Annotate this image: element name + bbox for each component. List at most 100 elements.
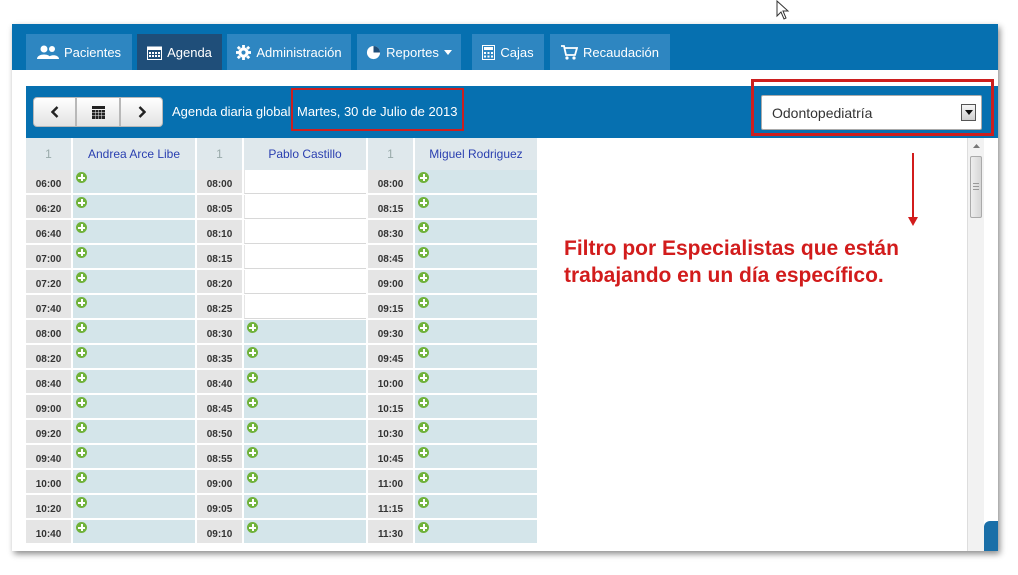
add-appointment-icon[interactable]	[76, 397, 87, 408]
add-appointment-icon[interactable]	[76, 172, 87, 183]
free-slot-cell[interactable]	[415, 320, 537, 344]
free-slot-cell[interactable]	[244, 495, 366, 519]
free-slot-cell[interactable]	[244, 370, 366, 394]
free-slot-cell[interactable]	[73, 245, 195, 269]
scroll-up-arrow-icon[interactable]	[968, 138, 984, 154]
add-appointment-icon[interactable]	[76, 247, 87, 258]
slot-time: 06:00	[26, 170, 71, 194]
add-appointment-icon[interactable]	[418, 197, 429, 208]
add-appointment-icon[interactable]	[76, 497, 87, 508]
specialist-name[interactable]: Andrea Arce Libe	[73, 138, 195, 170]
scroll-thumb[interactable]	[970, 156, 982, 218]
free-slot-cell[interactable]	[73, 195, 195, 219]
free-slot-cell[interactable]	[73, 470, 195, 494]
free-slot-cell[interactable]	[415, 245, 537, 269]
free-slot-cell[interactable]	[244, 420, 366, 444]
free-slot-cell[interactable]	[415, 470, 537, 494]
free-slot-cell[interactable]	[415, 270, 537, 294]
free-slot-cell[interactable]	[415, 170, 537, 194]
free-slot-cell[interactable]	[244, 445, 366, 469]
add-appointment-icon[interactable]	[418, 172, 429, 183]
next-day-button[interactable]	[120, 97, 163, 127]
free-slot-cell[interactable]	[415, 370, 537, 394]
nav-reportes[interactable]: Reportes	[357, 34, 461, 70]
nav-recaudacion[interactable]: Recaudación	[550, 34, 670, 70]
add-appointment-icon[interactable]	[418, 497, 429, 508]
add-appointment-icon[interactable]	[418, 397, 429, 408]
add-appointment-icon[interactable]	[418, 372, 429, 383]
time-slot-row: 08:00	[197, 170, 366, 195]
add-appointment-icon[interactable]	[76, 222, 87, 233]
add-appointment-icon[interactable]	[247, 472, 258, 483]
add-appointment-icon[interactable]	[76, 297, 87, 308]
free-slot-cell[interactable]	[244, 520, 366, 544]
nav-agenda[interactable]: Agenda	[137, 34, 222, 70]
add-appointment-icon[interactable]	[76, 197, 87, 208]
side-tab[interactable]	[984, 521, 998, 551]
slot-time: 06:40	[26, 220, 71, 244]
free-slot-cell[interactable]	[415, 220, 537, 244]
add-appointment-icon[interactable]	[247, 397, 258, 408]
add-appointment-icon[interactable]	[418, 422, 429, 433]
calendar-picker-button[interactable]	[76, 97, 120, 127]
specialist-name[interactable]: Miguel Rodriguez	[415, 138, 537, 170]
free-slot-cell[interactable]	[73, 520, 195, 544]
add-appointment-icon[interactable]	[76, 447, 87, 458]
slot-time: 11:00	[368, 470, 413, 494]
free-slot-cell[interactable]	[73, 220, 195, 244]
free-slot-cell[interactable]	[415, 520, 537, 544]
add-appointment-icon[interactable]	[418, 247, 429, 258]
add-appointment-icon[interactable]	[418, 522, 429, 533]
add-appointment-icon[interactable]	[76, 372, 87, 383]
add-appointment-icon[interactable]	[418, 272, 429, 283]
free-slot-cell[interactable]	[73, 420, 195, 444]
nav-cajas[interactable]: Cajas	[472, 34, 544, 70]
add-appointment-icon[interactable]	[247, 372, 258, 383]
free-slot-cell[interactable]	[415, 295, 537, 319]
free-slot-cell[interactable]	[244, 320, 366, 344]
vertical-scrollbar[interactable]	[967, 138, 984, 551]
add-appointment-icon[interactable]	[418, 322, 429, 333]
free-slot-cell[interactable]	[73, 295, 195, 319]
add-appointment-icon[interactable]	[418, 297, 429, 308]
free-slot-cell[interactable]	[73, 370, 195, 394]
free-slot-cell[interactable]	[73, 445, 195, 469]
free-slot-cell[interactable]	[415, 195, 537, 219]
add-appointment-icon[interactable]	[247, 347, 258, 358]
free-slot-cell[interactable]	[415, 445, 537, 469]
nav-agenda-label: Agenda	[167, 44, 212, 60]
free-slot-cell[interactable]	[73, 495, 195, 519]
add-appointment-icon[interactable]	[247, 497, 258, 508]
add-appointment-icon[interactable]	[76, 422, 87, 433]
free-slot-cell[interactable]	[73, 345, 195, 369]
free-slot-cell[interactable]	[415, 395, 537, 419]
nav-administracion[interactable]: Administración	[227, 34, 351, 70]
specialist-name[interactable]: Pablo Castillo	[244, 138, 366, 170]
free-slot-cell[interactable]	[73, 395, 195, 419]
free-slot-cell[interactable]	[244, 345, 366, 369]
free-slot-cell[interactable]	[244, 395, 366, 419]
add-appointment-icon[interactable]	[76, 322, 87, 333]
free-slot-cell[interactable]	[415, 420, 537, 444]
previous-day-button[interactable]	[33, 97, 76, 127]
add-appointment-icon[interactable]	[418, 472, 429, 483]
add-appointment-icon[interactable]	[247, 522, 258, 533]
add-appointment-icon[interactable]	[76, 472, 87, 483]
add-appointment-icon[interactable]	[76, 522, 87, 533]
add-appointment-icon[interactable]	[418, 222, 429, 233]
free-slot-cell[interactable]	[415, 345, 537, 369]
add-appointment-icon[interactable]	[247, 422, 258, 433]
free-slot-cell[interactable]	[73, 170, 195, 194]
add-appointment-icon[interactable]	[247, 447, 258, 458]
free-slot-cell[interactable]	[73, 320, 195, 344]
add-appointment-icon[interactable]	[418, 347, 429, 358]
add-appointment-icon[interactable]	[418, 447, 429, 458]
nav-pacientes[interactable]: Pacientes	[26, 34, 132, 70]
add-appointment-icon[interactable]	[76, 347, 87, 358]
add-appointment-icon[interactable]	[76, 272, 87, 283]
time-slot-row: 09:15	[368, 295, 537, 320]
add-appointment-icon[interactable]	[247, 322, 258, 333]
free-slot-cell[interactable]	[244, 470, 366, 494]
free-slot-cell[interactable]	[415, 495, 537, 519]
free-slot-cell[interactable]	[73, 270, 195, 294]
